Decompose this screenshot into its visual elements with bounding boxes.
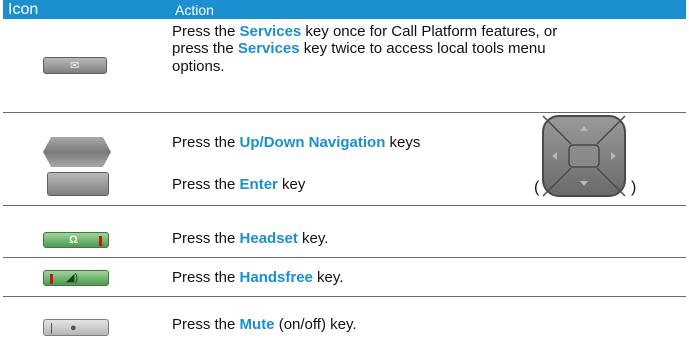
handsfree-action: Press the Handsfree key. <box>172 269 344 286</box>
mute-action: Press the Mute (on/off) key. <box>172 316 357 333</box>
row-divider <box>3 112 686 113</box>
table-header: Icon Action <box>3 0 686 19</box>
enter-key-icon <box>47 172 109 196</box>
handsfree-key-icon: ◢) <box>43 270 109 286</box>
key-reference-table: Icon Action ✉ Press the Services key onc… <box>0 0 689 342</box>
services-action-line-1: Press the Services key once for Call Pla… <box>172 23 558 40</box>
navpad-paren-close: ) <box>631 179 637 196</box>
services-key-icon: ✉ <box>43 57 107 74</box>
navigation-pad-icon <box>542 115 626 197</box>
action-column-header: Action <box>175 2 214 18</box>
row-divider <box>3 257 686 258</box>
up-navigation-key-icon <box>43 137 111 152</box>
headset-action: Press the Headset key. <box>172 230 329 247</box>
row-divider <box>3 205 686 206</box>
row-divider <box>3 296 686 297</box>
services-action-line-3: options. <box>172 58 225 75</box>
headset-key-icon: Ω <box>43 232 109 248</box>
services-action-line-2: press the Services key twice to access l… <box>172 40 546 57</box>
mute-key-icon: | ● <box>43 319 109 336</box>
navigation-action-line: Press the Up/Down Navigation keys <box>172 134 421 151</box>
down-navigation-key-icon <box>43 152 111 167</box>
navpad-paren-open: ( <box>534 179 540 196</box>
enter-action-line: Press the Enter key <box>172 176 306 193</box>
icon-column-header: Icon <box>8 1 39 18</box>
